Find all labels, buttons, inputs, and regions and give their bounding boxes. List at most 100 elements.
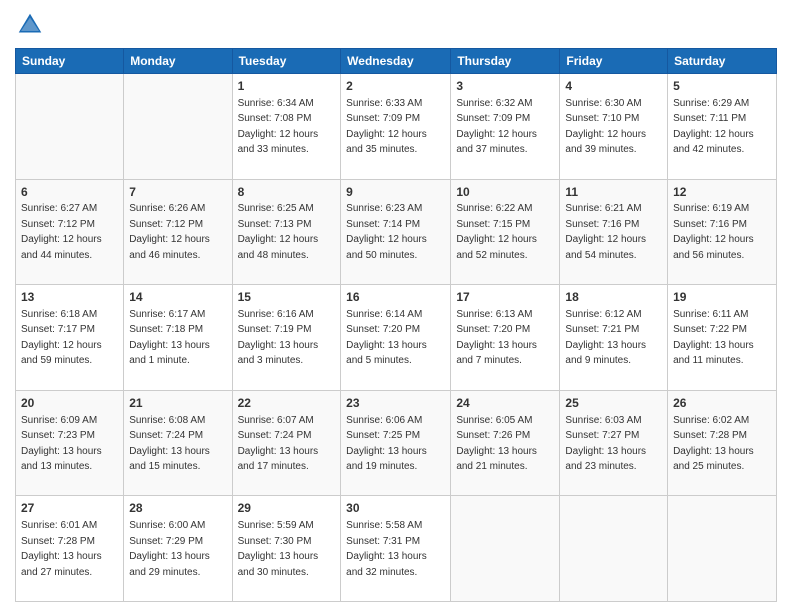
- day-number: 23: [346, 395, 445, 412]
- day-info: Sunrise: 5:58 AM Sunset: 7:31 PM Dayligh…: [346, 520, 427, 578]
- day-info: Sunrise: 6:16 AM Sunset: 7:19 PM Dayligh…: [238, 309, 319, 367]
- logo: [15, 10, 49, 40]
- calendar-cell: 25Sunrise: 6:03 AM Sunset: 7:27 PM Dayli…: [560, 390, 668, 496]
- day-info: Sunrise: 6:21 AM Sunset: 7:16 PM Dayligh…: [565, 203, 646, 261]
- calendar-cell: 4 Sunrise: 6:30 AM Sunset: 7:10 PM Daylig…: [560, 74, 668, 180]
- calendar-week-row: 20Sunrise: 6:09 AM Sunset: 7:23 PM Dayli…: [16, 390, 777, 496]
- day-number: 30: [346, 500, 445, 517]
- day-number: 10: [456, 184, 554, 201]
- day-info: Sunrise: 6:12 AM Sunset: 7:21 PM Dayligh…: [565, 309, 646, 367]
- calendar-cell: 15 Sunrise: 6:16 AM Sunset: 7:19 PM Dayli…: [232, 285, 341, 391]
- day-info: Sunrise: 6:30 AM Sunset: 7:10 PM Dayligh…: [565, 98, 646, 156]
- day-number: 17: [456, 289, 554, 306]
- day-number: 2: [346, 78, 445, 95]
- day-info: Sunrise: 6:02 AM Sunset: 7:28 PM Dayligh…: [673, 415, 754, 473]
- day-info: Sunrise: 6:25 AM Sunset: 7:13 PM Dayligh…: [238, 203, 319, 261]
- calendar-cell: 13Sunrise: 6:18 AM Sunset: 7:17 PM Dayli…: [16, 285, 124, 391]
- day-number: 12: [673, 184, 771, 201]
- day-number: 27: [21, 500, 118, 517]
- calendar-week-row: 27 Sunrise: 6:01 AM Sunset: 7:28 PM Dayli…: [16, 496, 777, 602]
- day-number: 11: [565, 184, 662, 201]
- day-number: 15: [238, 289, 336, 306]
- day-info: Sunrise: 6:19 AM Sunset: 7:16 PM Dayligh…: [673, 203, 754, 261]
- calendar-cell: 8 Sunrise: 6:25 AM Sunset: 7:13 PM Daylig…: [232, 179, 341, 285]
- calendar-cell: 3 Sunrise: 6:32 AM Sunset: 7:09 PM Daylig…: [451, 74, 560, 180]
- calendar-cell: 2 Sunrise: 6:33 AM Sunset: 7:09 PM Daylig…: [341, 74, 451, 180]
- calendar-cell: 5 Sunrise: 6:29 AM Sunset: 7:11 PM Daylig…: [668, 74, 777, 180]
- day-info: Sunrise: 6:11 AM Sunset: 7:22 PM Dayligh…: [673, 309, 754, 367]
- calendar-cell: 23 Sunrise: 6:06 AM Sunset: 7:25 PM Dayli…: [341, 390, 451, 496]
- calendar-cell: 16 Sunrise: 6:14 AM Sunset: 7:20 PM Dayli…: [341, 285, 451, 391]
- day-info: Sunrise: 6:07 AM Sunset: 7:24 PM Dayligh…: [238, 415, 319, 473]
- day-number: 5: [673, 78, 771, 95]
- day-number: 8: [238, 184, 336, 201]
- calendar-cell: 12 Sunrise: 6:19 AM Sunset: 7:16 PM Dayli…: [668, 179, 777, 285]
- day-number: 26: [673, 395, 771, 412]
- weekday-header: Monday: [124, 49, 232, 74]
- calendar-cell: 11 Sunrise: 6:21 AM Sunset: 7:16 PM Dayli…: [560, 179, 668, 285]
- day-number: 20: [21, 395, 118, 412]
- calendar-cell: [451, 496, 560, 602]
- calendar-cell: 27 Sunrise: 6:01 AM Sunset: 7:28 PM Dayli…: [16, 496, 124, 602]
- calendar-cell: [124, 74, 232, 180]
- calendar-cell: 26 Sunrise: 6:02 AM Sunset: 7:28 PM Dayli…: [668, 390, 777, 496]
- day-info: Sunrise: 5:59 AM Sunset: 7:30 PM Dayligh…: [238, 520, 319, 578]
- calendar-cell: 22 Sunrise: 6:07 AM Sunset: 7:24 PM Dayli…: [232, 390, 341, 496]
- day-info: Sunrise: 6:32 AM Sunset: 7:09 PM Dayligh…: [456, 98, 537, 156]
- day-number: 22: [238, 395, 336, 412]
- day-number: 24: [456, 395, 554, 412]
- calendar-cell: [16, 74, 124, 180]
- calendar-cell: [560, 496, 668, 602]
- day-info: Sunrise: 6:26 AM Sunset: 7:12 PM Dayligh…: [129, 203, 210, 261]
- day-info: Sunrise: 6:27 AM Sunset: 7:12 PM Dayligh…: [21, 203, 102, 261]
- weekday-header: Thursday: [451, 49, 560, 74]
- calendar-week-row: 6 Sunrise: 6:27 AM Sunset: 7:12 PM Daylig…: [16, 179, 777, 285]
- header: [15, 10, 777, 40]
- day-info: Sunrise: 6:23 AM Sunset: 7:14 PM Dayligh…: [346, 203, 427, 261]
- day-number: 13: [21, 289, 118, 306]
- day-info: Sunrise: 6:01 AM Sunset: 7:28 PM Dayligh…: [21, 520, 102, 578]
- day-number: 16: [346, 289, 445, 306]
- calendar-header: SundayMondayTuesdayWednesdayThursdayFrid…: [16, 49, 777, 74]
- calendar-cell: 28Sunrise: 6:00 AM Sunset: 7:29 PM Dayli…: [124, 496, 232, 602]
- calendar-cell: [668, 496, 777, 602]
- day-info: Sunrise: 6:00 AM Sunset: 7:29 PM Dayligh…: [129, 520, 210, 578]
- day-info: Sunrise: 6:05 AM Sunset: 7:26 PM Dayligh…: [456, 415, 537, 473]
- day-info: Sunrise: 6:22 AM Sunset: 7:15 PM Dayligh…: [456, 203, 537, 261]
- page: SundayMondayTuesdayWednesdayThursdayFrid…: [0, 0, 792, 612]
- weekday-header: Saturday: [668, 49, 777, 74]
- logo-icon: [15, 10, 45, 40]
- weekday-header: Sunday: [16, 49, 124, 74]
- day-info: Sunrise: 6:33 AM Sunset: 7:09 PM Dayligh…: [346, 98, 427, 156]
- day-info: Sunrise: 6:17 AM Sunset: 7:18 PM Dayligh…: [129, 309, 210, 367]
- calendar-body: 1Sunrise: 6:34 AM Sunset: 7:08 PM Daylig…: [16, 74, 777, 602]
- calendar-cell: 7 Sunrise: 6:26 AM Sunset: 7:12 PM Daylig…: [124, 179, 232, 285]
- calendar-week-row: 1Sunrise: 6:34 AM Sunset: 7:08 PM Daylig…: [16, 74, 777, 180]
- weekday-header: Friday: [560, 49, 668, 74]
- day-number: 21: [129, 395, 226, 412]
- calendar-cell: 18 Sunrise: 6:12 AM Sunset: 7:21 PM Dayli…: [560, 285, 668, 391]
- day-number: 3: [456, 78, 554, 95]
- calendar-cell: 6 Sunrise: 6:27 AM Sunset: 7:12 PM Daylig…: [16, 179, 124, 285]
- day-info: Sunrise: 6:06 AM Sunset: 7:25 PM Dayligh…: [346, 415, 427, 473]
- day-number: 4: [565, 78, 662, 95]
- day-info: Sunrise: 6:29 AM Sunset: 7:11 PM Dayligh…: [673, 98, 754, 156]
- calendar-table: SundayMondayTuesdayWednesdayThursdayFrid…: [15, 48, 777, 602]
- weekday-header: Tuesday: [232, 49, 341, 74]
- day-number: 19: [673, 289, 771, 306]
- calendar-cell: 21 Sunrise: 6:08 AM Sunset: 7:24 PM Dayli…: [124, 390, 232, 496]
- day-number: 6: [21, 184, 118, 201]
- day-number: 18: [565, 289, 662, 306]
- day-info: Sunrise: 6:14 AM Sunset: 7:20 PM Dayligh…: [346, 309, 427, 367]
- day-number: 7: [129, 184, 226, 201]
- day-number: 25: [565, 395, 662, 412]
- day-info: Sunrise: 6:34 AM Sunset: 7:08 PM Dayligh…: [238, 98, 319, 156]
- calendar-cell: 30 Sunrise: 5:58 AM Sunset: 7:31 PM Dayli…: [341, 496, 451, 602]
- calendar-cell: 20Sunrise: 6:09 AM Sunset: 7:23 PM Dayli…: [16, 390, 124, 496]
- calendar-cell: 29Sunrise: 5:59 AM Sunset: 7:30 PM Dayli…: [232, 496, 341, 602]
- day-info: Sunrise: 6:08 AM Sunset: 7:24 PM Dayligh…: [129, 415, 210, 473]
- calendar-week-row: 13Sunrise: 6:18 AM Sunset: 7:17 PM Dayli…: [16, 285, 777, 391]
- day-number: 14: [129, 289, 226, 306]
- calendar-cell: 24 Sunrise: 6:05 AM Sunset: 7:26 PM Dayli…: [451, 390, 560, 496]
- calendar-cell: 17Sunrise: 6:13 AM Sunset: 7:20 PM Dayli…: [451, 285, 560, 391]
